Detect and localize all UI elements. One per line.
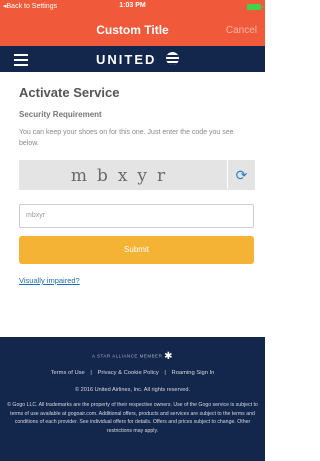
copyright: © 2016 United Airlines, Inc. All rights … xyxy=(74,387,191,393)
footer-separator: | xyxy=(90,370,92,376)
status-bar: ◂Back to Settings 1:03 PM xyxy=(0,0,265,14)
united-logo: UNITED xyxy=(96,52,157,67)
menu-icon[interactable] xyxy=(14,54,28,69)
star-alliance-icon: ✱ xyxy=(164,351,174,362)
globe-icon xyxy=(166,52,179,65)
privacy-policy-link[interactable]: Privacy & Cookie Policy xyxy=(98,370,159,376)
footer-links: Terms of Use | Privacy & Cookie Policy |… xyxy=(0,370,265,376)
captcha-text: mbxyr xyxy=(70,166,176,186)
nav-bar: Custom Title Cancel xyxy=(0,14,265,46)
captcha-image: mbxyr xyxy=(19,160,227,190)
cancel-button[interactable]: Cancel xyxy=(226,25,257,36)
description: You can keep your shoes on for this one.… xyxy=(19,129,234,147)
main-content: Activate Service Security Requirement Yo… xyxy=(0,72,265,337)
submit-button[interactable]: Submit xyxy=(19,236,254,264)
refresh-icon: ⟳ xyxy=(235,167,248,183)
battery-icon xyxy=(247,4,263,10)
roaming-sign-in-link[interactable]: Roaming Sign In xyxy=(172,370,215,376)
footer: A STAR ALLIANCE MEMBER ✱ Terms of Use | … xyxy=(0,337,265,461)
captcha-input[interactable]: mbxyr xyxy=(19,204,254,228)
gogo-legal: © Gogo LLC. All trademarks are the prope… xyxy=(7,402,258,434)
star-alliance-text: A STAR ALLIANCE MEMBER xyxy=(91,353,163,359)
visually-impaired-link[interactable]: Visually impaired? xyxy=(19,276,80,285)
refresh-captcha-button[interactable]: ⟳ xyxy=(227,160,255,190)
status-time: 1:03 PM xyxy=(119,2,146,9)
united-header: UNITED xyxy=(0,46,265,72)
security-requirement-heading: Security Requirement xyxy=(19,110,102,119)
terms-of-use-link[interactable]: Terms of Use xyxy=(51,370,85,376)
page-title: Activate Service xyxy=(19,85,120,100)
star-alliance-badge: A STAR ALLIANCE MEMBER ✱ xyxy=(0,351,265,362)
footer-separator: | xyxy=(164,370,166,376)
